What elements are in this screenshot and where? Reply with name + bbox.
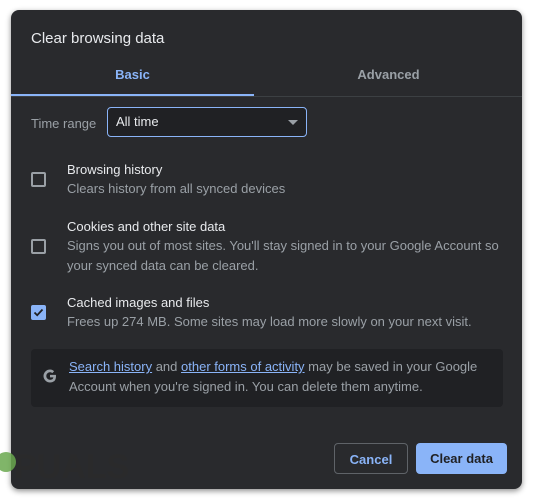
info-text: Search history and other forms of activi…	[69, 357, 489, 397]
option-title: Browsing history	[67, 162, 163, 177]
clear-data-button[interactable]: Clear data	[416, 443, 507, 474]
option-description: Signs you out of most sites. You'll stay…	[67, 238, 499, 273]
google-g-icon	[43, 369, 56, 383]
option-title: Cookies and other site data	[67, 219, 226, 234]
watermark-logo: PUALS	[0, 448, 129, 486]
cancel-button[interactable]: Cancel	[334, 443, 408, 474]
tab-bar: Basic Advanced	[11, 63, 522, 97]
dropdown-arrow-icon	[288, 120, 298, 125]
google-account-info-box: Search history and other forms of activi…	[31, 349, 503, 407]
search-history-link[interactable]: Search history	[69, 359, 152, 374]
time-range-label: Time range	[31, 116, 97, 131]
time-range-value: All time	[116, 114, 159, 129]
option-description: Frees up 274 MB. Some sites may load mor…	[67, 314, 472, 329]
option-title: Cached images and files	[67, 295, 210, 310]
checkmark-icon	[33, 308, 44, 317]
option-description: Clears history from all synced devices	[67, 181, 286, 196]
tab-advanced[interactable]: Advanced	[267, 63, 510, 94]
cached-images-checkbox[interactable]	[31, 305, 46, 320]
tab-basic[interactable]: Basic	[11, 63, 254, 96]
browsing-history-checkbox[interactable]	[31, 172, 46, 187]
dialog-title: Clear browsing data	[31, 30, 165, 47]
other-activity-link[interactable]: other forms of activity	[181, 359, 305, 374]
cookies-checkbox[interactable]	[31, 239, 46, 254]
time-range-select[interactable]: All time	[107, 107, 307, 137]
watermark-text: PUALS	[14, 448, 129, 486]
clear-browsing-data-dialog: Clear browsing data Basic Advanced Time …	[11, 10, 522, 489]
info-middle: and	[152, 359, 182, 374]
